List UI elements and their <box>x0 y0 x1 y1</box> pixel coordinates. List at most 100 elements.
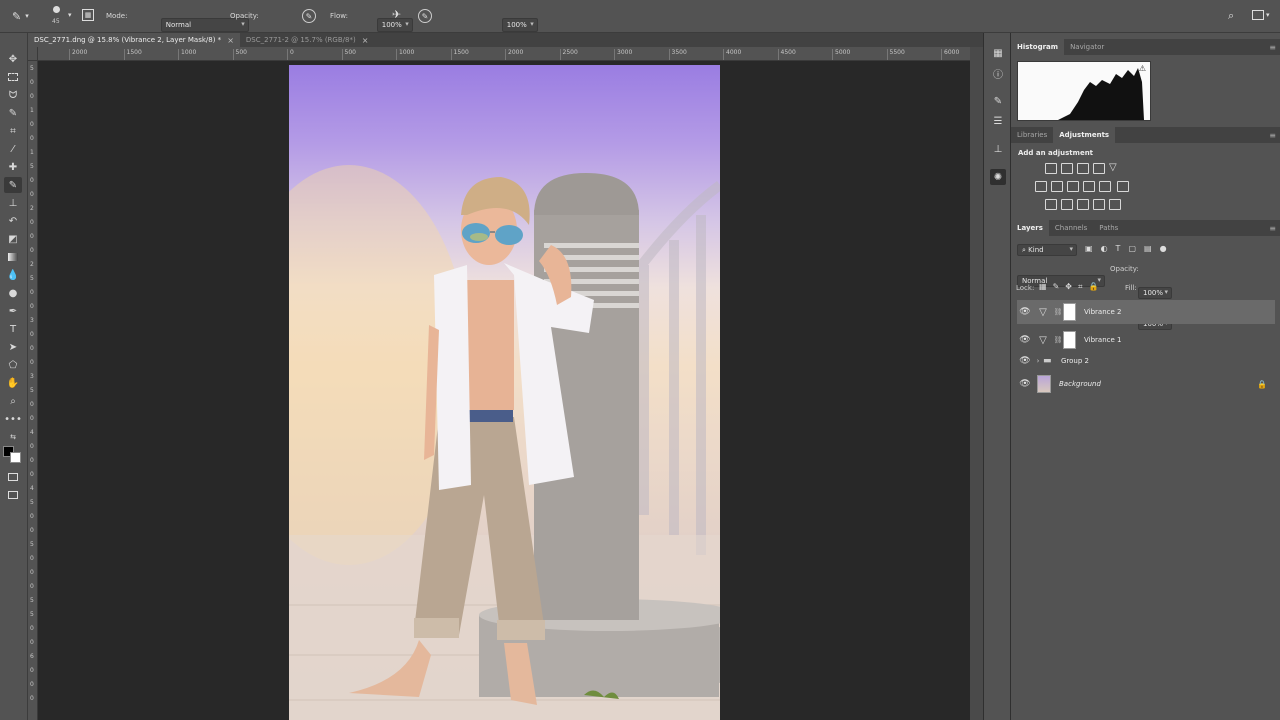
adjustment-filter-icon[interactable]: ◐ <box>1101 244 1108 253</box>
close-icon[interactable]: × <box>362 36 369 45</box>
ruler-horizontal[interactable]: 2000 1500 1000 500 0 500 1000 1500 2000 2500 3000 3… <box>28 47 970 61</box>
eye-icon[interactable]: 👁 <box>1017 335 1033 345</box>
posterize-icon[interactable] <box>1061 199 1073 210</box>
eye-icon[interactable]: 👁 <box>1017 379 1033 389</box>
info-panel-icon[interactable]: ⓘ <box>990 65 1006 81</box>
type-filter-icon[interactable]: T <box>1116 244 1121 253</box>
shape-tool-icon[interactable]: ⬠ <box>4 357 22 373</box>
document-tab-1[interactable]: DSC_2771.dng @ 15.8% (Vibrance 2, Layer … <box>28 33 240 47</box>
eye-icon[interactable]: 👁 <box>1017 356 1033 366</box>
tab-channels[interactable]: Channels <box>1049 220 1093 236</box>
black-white-icon[interactable] <box>1067 181 1079 192</box>
gradient-map-icon[interactable] <box>1109 199 1121 210</box>
clone-source-panel-icon[interactable]: ⊥ <box>990 141 1006 157</box>
threshold-icon[interactable] <box>1077 199 1089 210</box>
workspace-icon[interactable] <box>1252 10 1264 20</box>
screen-mode-icon[interactable] <box>4 487 22 503</box>
filter-toggle-icon[interactable]: ● <box>1160 244 1167 253</box>
gradient-tool-icon[interactable] <box>4 249 22 265</box>
search-icon[interactable]: ⌕ <box>1228 9 1234 23</box>
airbrush-icon[interactable]: ✈ <box>392 8 401 21</box>
healing-brush-tool-icon[interactable]: ✚ <box>4 159 22 175</box>
dodge-tool-icon[interactable]: ● <box>4 285 22 301</box>
eyedropper-tool-icon[interactable]: ⁄ <box>4 141 22 157</box>
brush-tool-preset-icon[interactable]: ✎ <box>12 10 21 23</box>
adjustments-panel-icon[interactable]: ✺ <box>990 169 1006 185</box>
lasso-tool-icon[interactable]: ᗢ <box>4 87 22 103</box>
filter-kind-dropdown[interactable]: ⌕ Kind <box>1017 244 1077 256</box>
layer-row[interactable]: 👁 › ▬ Group 2 <box>1017 351 1275 371</box>
tab-paths[interactable]: Paths <box>1093 220 1124 236</box>
exposure-icon[interactable] <box>1093 163 1105 174</box>
swap-colors-icon[interactable]: ⇆ <box>4 429 22 445</box>
mode-dropdown[interactable]: Normal <box>160 18 249 32</box>
levels-icon[interactable] <box>1061 163 1073 174</box>
invert-icon[interactable] <box>1045 199 1057 210</box>
move-tool-icon[interactable]: ✥ <box>4 51 22 67</box>
shape-filter-icon[interactable]: ▢ <box>1128 244 1136 253</box>
chevron-right-icon[interactable]: › <box>1033 357 1043 365</box>
tab-navigator[interactable]: Navigator <box>1064 39 1110 55</box>
flow-input[interactable]: 100% <box>501 18 538 32</box>
layer-row[interactable]: 👁 ▽ ⛓ Vibrance 1 <box>1017 328 1275 352</box>
lock-all-icon[interactable]: 🔒 <box>1088 282 1098 292</box>
ruler-vertical[interactable]: 5 0 0 1 0 0 1 5 0 0 2 0 0 0 2 5 0 0 3 0 0 0 3 5 0 0 4 0 0 0 4 5 0 0 5 0 0 0 5 5… <box>28 61 38 720</box>
vibrance-icon[interactable]: ▽ <box>1109 163 1121 174</box>
brush-tool-icon[interactable]: ✎ <box>4 177 22 193</box>
layer-mask-thumbnail[interactable] <box>1063 303 1076 321</box>
document-image[interactable] <box>289 65 720 720</box>
warning-icon[interactable]: ⚠ <box>1139 64 1146 73</box>
history-brush-tool-icon[interactable]: ↶ <box>4 213 22 229</box>
tab-libraries[interactable]: Libraries <box>1011 127 1053 143</box>
panel-menu-icon[interactable]: ≡ <box>1269 224 1276 233</box>
pressure-size-icon[interactable]: ✎ <box>418 9 432 23</box>
color-lookup-icon[interactable] <box>1117 181 1129 192</box>
marquee-tool-icon[interactable] <box>4 69 22 85</box>
chevron-down-icon[interactable]: ▾ <box>25 12 29 20</box>
clone-stamp-tool-icon[interactable]: ⊥ <box>4 195 22 211</box>
link-icon[interactable]: ⛓ <box>1053 308 1063 316</box>
lock-icon[interactable]: 🔒 <box>1257 380 1267 389</box>
canvas-scrollbar[interactable] <box>970 47 983 720</box>
chevron-down-icon[interactable]: ▾ <box>1266 11 1270 19</box>
quick-selection-tool-icon[interactable]: ✎ <box>4 105 22 121</box>
channel-mixer-icon[interactable] <box>1099 181 1111 192</box>
chevron-down-icon[interactable]: ▾ <box>68 11 72 19</box>
tab-adjustments[interactable]: Adjustments <box>1053 127 1116 143</box>
histogram-panel-icon[interactable]: ▦ <box>990 45 1006 61</box>
lock-position-icon[interactable]: ✥ <box>1065 282 1072 292</box>
ruler-origin[interactable] <box>28 47 38 61</box>
brush-size-picker[interactable]: 45 <box>50 4 64 28</box>
brightness-contrast-icon[interactable] <box>1045 163 1057 174</box>
tab-histogram[interactable]: Histogram <box>1011 39 1065 55</box>
document-tab-2[interactable]: DSC_2771-2 @ 15.7% (RGB/8*) × <box>240 33 375 47</box>
quick-mask-icon[interactable] <box>4 469 22 485</box>
background-color-swatch[interactable] <box>10 452 21 463</box>
eraser-tool-icon[interactable]: ◩ <box>4 231 22 247</box>
properties-panel-icon[interactable]: ☰ <box>990 113 1006 129</box>
lock-image-icon[interactable]: ✎ <box>1053 282 1060 292</box>
layer-mask-thumbnail[interactable] <box>1063 331 1076 349</box>
type-tool-icon[interactable]: T <box>4 321 22 337</box>
pressure-opacity-icon[interactable]: ✎ <box>302 9 316 23</box>
pixel-filter-icon[interactable]: ▣ <box>1085 244 1093 253</box>
blur-tool-icon[interactable]: 💧 <box>4 267 22 283</box>
lock-artboard-icon[interactable]: ⌗ <box>1078 282 1083 292</box>
smart-object-filter-icon[interactable]: ▤ <box>1144 244 1152 253</box>
selective-color-icon[interactable] <box>1093 199 1105 210</box>
pen-tool-icon[interactable]: ✒ <box>4 303 22 319</box>
curves-icon[interactable] <box>1077 163 1089 174</box>
panel-menu-icon[interactable]: ≡ <box>1269 131 1276 140</box>
panel-menu-icon[interactable]: ≡ <box>1269 43 1276 52</box>
crop-tool-icon[interactable]: ⌗ <box>4 123 22 139</box>
brush-settings-panel-icon[interactable]: ✎ <box>990 93 1006 109</box>
brush-settings-icon[interactable]: ▦ <box>82 9 94 21</box>
hue-saturation-icon[interactable] <box>1035 181 1047 192</box>
layer-row[interactable]: 👁 Background 🔒 <box>1017 372 1275 396</box>
layer-row[interactable]: 👁 ▽ ⛓ Vibrance 2 <box>1017 300 1275 324</box>
tab-layers[interactable]: Layers <box>1011 220 1049 236</box>
path-selection-tool-icon[interactable]: ➤ <box>4 339 22 355</box>
more-tools-icon[interactable]: ••• <box>4 411 22 427</box>
photo-filter-icon[interactable] <box>1083 181 1095 192</box>
color-balance-icon[interactable] <box>1051 181 1063 192</box>
